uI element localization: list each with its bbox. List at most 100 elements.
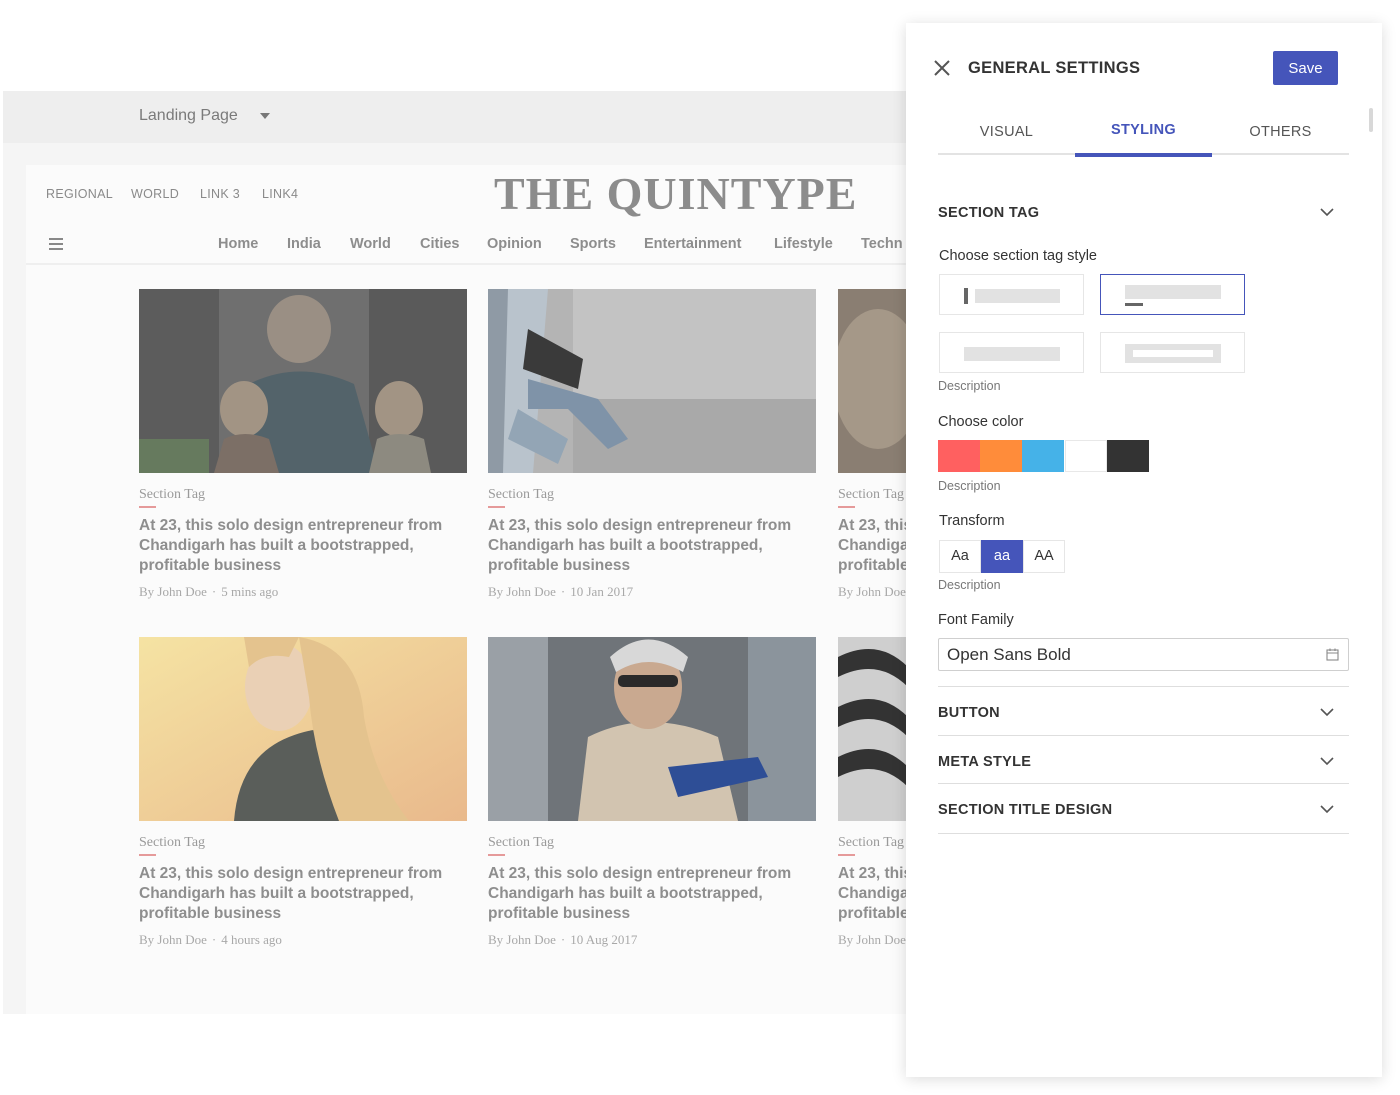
- style-preview-inner: [1133, 350, 1213, 357]
- color-swatch-black[interactable]: [1107, 440, 1149, 472]
- author-name[interactable]: John Doe: [506, 932, 555, 947]
- top-link-3[interactable]: LINK 3: [200, 187, 240, 201]
- story-meta: By John Doe · 10 Jan 2017: [488, 584, 816, 600]
- scrollbar[interactable]: [1369, 108, 1373, 132]
- byline-prefix: By: [488, 584, 504, 599]
- style-preview-accent: [964, 288, 968, 304]
- story-image: [139, 289, 467, 473]
- style-preview-bar: [964, 347, 1060, 361]
- button-section-header[interactable]: BUTTON: [938, 705, 1349, 721]
- story-meta: By John Doe · 10 Aug 2017: [488, 932, 816, 948]
- chevron-down-icon: [1320, 208, 1334, 217]
- section-divider: [938, 833, 1349, 834]
- section-tag-header[interactable]: SECTION TAG: [938, 205, 1349, 221]
- style-preview-bar: [1125, 285, 1221, 299]
- transform-label: Transform: [939, 513, 1005, 529]
- site-logo[interactable]: THE QUINTYPE: [494, 167, 857, 220]
- story-headline[interactable]: At 23, this solo design entrepreneur fro…: [488, 516, 816, 576]
- site-header: REGIONAL WORLD LINK 3 LINK4 THE QUINTYPE…: [26, 165, 1003, 265]
- tag-style-option-boxed[interactable]: [1100, 332, 1245, 373]
- chevron-down-icon: [1320, 757, 1334, 766]
- story-headline[interactable]: At 23, this solo design entrepreneur fro…: [139, 516, 467, 576]
- author-name[interactable]: John Doe: [506, 584, 555, 599]
- byline-prefix: By: [838, 584, 854, 599]
- section-divider: [938, 735, 1349, 736]
- nav-entertainment[interactable]: Entertainment: [644, 236, 742, 252]
- tab-visual[interactable]: VISUAL: [938, 117, 1075, 155]
- tag-style-description: Description: [938, 379, 1001, 393]
- byline-prefix: By: [488, 932, 504, 947]
- style-preview-accent: [1125, 303, 1143, 306]
- author-name[interactable]: John Doe: [157, 932, 206, 947]
- font-family-select[interactable]: Open Sans Bold: [938, 638, 1349, 671]
- section-tag-underline: [838, 854, 855, 856]
- section-tag: Section Tag: [488, 487, 555, 502]
- tab-others[interactable]: OTHERS: [1212, 117, 1349, 155]
- section-divider: [938, 686, 1349, 687]
- publish-time: 10 Jan 2017: [570, 584, 634, 599]
- editor-topbar: Landing Page: [3, 91, 1003, 143]
- transform-lowercase-button[interactable]: aa: [981, 540, 1023, 573]
- meta-style-section-header[interactable]: META STYLE: [938, 754, 1349, 770]
- settings-tabs: VISUAL STYLING OTHERS: [938, 117, 1349, 157]
- nav-world[interactable]: World: [350, 236, 391, 252]
- tag-style-option-left-bar[interactable]: [939, 274, 1084, 315]
- font-family-label: Font Family: [938, 612, 1014, 628]
- meta-separator: ·: [560, 932, 566, 947]
- meta-separator: ·: [211, 932, 217, 947]
- tag-style-option-underline[interactable]: [1100, 274, 1245, 315]
- story-image: [139, 637, 467, 821]
- byline-prefix: By: [139, 932, 155, 947]
- byline-prefix: By: [838, 932, 854, 947]
- general-settings-panel: GENERAL SETTINGS Save VISUAL STYLING OTH…: [906, 23, 1382, 1077]
- nav-cities[interactable]: Cities: [420, 236, 460, 252]
- story-headline[interactable]: At 23, this solo design entrepreneur fro…: [139, 864, 467, 924]
- color-swatch-blue[interactable]: [1022, 440, 1064, 472]
- author-name[interactable]: John Doe: [157, 584, 206, 599]
- author-name[interactable]: John Doe: [856, 584, 905, 599]
- editor-preview: Landing Page REGIONAL WORLD LINK 3 LINK4…: [3, 91, 1003, 1014]
- top-link-regional[interactable]: REGIONAL: [46, 187, 113, 201]
- color-label: Choose color: [938, 414, 1024, 430]
- byline-prefix: By: [139, 584, 155, 599]
- color-swatch-white[interactable]: [1065, 440, 1107, 472]
- tag-style-option-plain[interactable]: [939, 332, 1084, 373]
- top-link-4[interactable]: LINK4: [262, 187, 298, 201]
- save-button[interactable]: Save: [1273, 51, 1338, 85]
- transform-capitalize-button[interactable]: Aa: [939, 540, 981, 573]
- section-tag-underline: [488, 854, 505, 856]
- chevron-down-icon: [1320, 805, 1334, 814]
- nav-opinion[interactable]: Opinion: [487, 236, 542, 252]
- story-card[interactable]: Section Tag At 23, this solo design entr…: [139, 637, 467, 948]
- section-title-design-header[interactable]: SECTION TITLE DESIGN: [938, 802, 1349, 818]
- section-tag-underline: [488, 506, 505, 508]
- publish-time: 4 hours ago: [221, 932, 282, 947]
- calendar-icon: [1326, 648, 1339, 661]
- color-swatch-orange[interactable]: [980, 440, 1022, 472]
- close-icon[interactable]: [933, 59, 951, 77]
- panel-title: GENERAL SETTINGS: [968, 59, 1141, 77]
- nav-india[interactable]: India: [287, 236, 321, 252]
- story-card[interactable]: Section Tag At 23, this solo design entr…: [139, 289, 467, 600]
- nav-lifestyle[interactable]: Lifestyle: [774, 236, 833, 252]
- nav-technology[interactable]: Techn: [861, 236, 903, 252]
- nav-sports[interactable]: Sports: [570, 236, 616, 252]
- story-image: [488, 289, 816, 473]
- top-link-world[interactable]: WORLD: [131, 187, 179, 201]
- site-preview: REGIONAL WORLD LINK 3 LINK4 THE QUINTYPE…: [26, 165, 1003, 1014]
- color-swatch-red[interactable]: [938, 440, 980, 472]
- meta-separator: ·: [560, 584, 566, 599]
- section-tag-underline: [838, 506, 855, 508]
- section-tag-heading: SECTION TAG: [938, 205, 1040, 221]
- tab-styling[interactable]: STYLING: [1075, 117, 1212, 157]
- hamburger-icon[interactable]: [49, 238, 63, 250]
- button-section-heading: BUTTON: [938, 705, 1000, 721]
- story-card[interactable]: Section Tag At 23, this solo design entr…: [488, 289, 816, 600]
- nav-home[interactable]: Home: [218, 236, 258, 252]
- story-card[interactable]: Section Tag At 23, this solo design entr…: [488, 637, 816, 948]
- section-divider: [938, 783, 1349, 784]
- page-selector[interactable]: Landing Page: [139, 107, 270, 125]
- author-name[interactable]: John Doe: [856, 932, 905, 947]
- transform-uppercase-button[interactable]: AA: [1023, 540, 1065, 573]
- story-headline[interactable]: At 23, this solo design entrepreneur fro…: [488, 864, 816, 924]
